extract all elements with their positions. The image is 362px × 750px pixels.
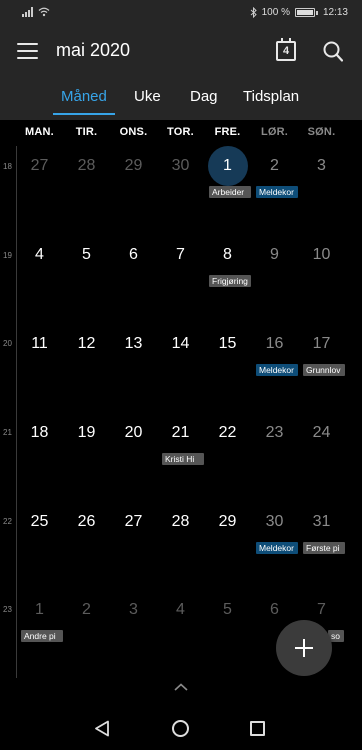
home-icon[interactable] [172, 720, 189, 737]
today-badge: 4 [282, 45, 290, 57]
week-number: 21 [3, 428, 12, 437]
event-chip[interactable]: Andre pi [21, 630, 63, 642]
status-bar: 100 % 12:13 [0, 0, 362, 28]
battery-icon [294, 8, 315, 17]
day-cell[interactable]: 6 [251, 601, 298, 619]
view-tabs: Måned Uke Dag Tidsplan [0, 76, 362, 120]
weekday-tue: TIR. [75, 126, 98, 138]
wifi-icon [38, 7, 50, 17]
weekday-fri: FRE. [214, 126, 241, 138]
day-cell[interactable]: 2 [251, 157, 298, 175]
day-cell[interactable]: 1 [16, 601, 63, 619]
chevron-up-icon[interactable] [174, 683, 188, 691]
week-number: 20 [3, 339, 12, 348]
week-number: 22 [3, 517, 12, 526]
day-cell[interactable]: 17 [298, 335, 345, 353]
tab-day[interactable]: Dag [190, 88, 218, 105]
day-cell[interactable]: 20 [110, 424, 157, 442]
tab-schedule[interactable]: Tidsplan [243, 88, 299, 105]
day-cell[interactable]: 9 [251, 246, 298, 264]
day-cell[interactable]: 21 [157, 424, 204, 442]
day-cell[interactable]: 10 [298, 246, 345, 264]
week-number: 18 [3, 162, 12, 171]
weekday-wed: ONS. [119, 126, 148, 138]
clock: 12:13 [322, 7, 348, 18]
grid-left-border [16, 146, 17, 678]
event-chip[interactable]: Kristi Hi [162, 453, 204, 465]
day-cell[interactable]: 3 [110, 601, 157, 619]
day-cell[interactable]: 14 [157, 335, 204, 353]
active-tab-indicator [53, 113, 115, 115]
day-cell[interactable]: 12 [63, 335, 110, 353]
day-cell[interactable]: 15 [204, 335, 251, 353]
weekday-thu: TOR. [167, 126, 194, 138]
day-cell[interactable]: 18 [16, 424, 63, 442]
day-cell[interactable]: 3 [298, 157, 345, 175]
weekday-sun: SØN. [307, 126, 336, 138]
day-cell[interactable]: 30 [157, 157, 204, 175]
event-chip[interactable]: Første pi [303, 542, 345, 554]
weekday-header: MAN. TIR. ONS. TOR. FRE. LØR. SØN. [16, 124, 362, 142]
event-chip[interactable]: Frigjøring [209, 275, 251, 287]
event-chip[interactable]: Grunnlov [303, 364, 345, 376]
search-icon[interactable] [323, 41, 343, 63]
event-chip[interactable]: Arbeider [209, 186, 251, 198]
day-cell[interactable]: 5 [63, 246, 110, 264]
day-cell[interactable]: 28 [63, 157, 110, 175]
day-cell[interactable]: 13 [110, 335, 157, 353]
day-cell[interactable]: 19 [63, 424, 110, 442]
battery-percent: 100 % [261, 7, 290, 18]
day-cell[interactable]: 11 [16, 335, 63, 353]
signal-icon [22, 7, 33, 17]
day-cell[interactable]: 24 [298, 424, 345, 442]
back-icon[interactable] [94, 720, 110, 737]
day-cell[interactable]: 8 [204, 246, 251, 264]
add-event-button[interactable] [276, 620, 332, 676]
weekday-sat: LØR. [260, 126, 289, 138]
day-cell[interactable]: 4 [157, 601, 204, 619]
day-cell[interactable]: 29 [204, 513, 251, 531]
day-cell[interactable]: 16 [251, 335, 298, 353]
day-cell[interactable]: 22 [204, 424, 251, 442]
calendar-today-icon[interactable]: 4 [276, 38, 296, 61]
day-cell[interactable]: 27 [110, 513, 157, 531]
day-cell[interactable]: 28 [157, 513, 204, 531]
day-cell[interactable]: 7 [157, 246, 204, 264]
status-right: 100 % 12:13 [250, 7, 348, 18]
day-cell[interactable]: 29 [110, 157, 157, 175]
app-bar: mai 2020 4 [0, 28, 362, 76]
week-number: 23 [3, 605, 12, 614]
bluetooth-icon [250, 7, 257, 18]
day-cell[interactable]: 2 [63, 601, 110, 619]
event-chip[interactable]: Meldekor [256, 364, 298, 376]
hamburger-menu-icon[interactable] [17, 43, 38, 61]
event-chip[interactable]: Meldekor [256, 542, 298, 554]
recent-apps-icon[interactable] [250, 721, 265, 736]
day-cell[interactable]: 23 [251, 424, 298, 442]
status-left [22, 7, 50, 17]
day-cell[interactable]: 4 [16, 246, 63, 264]
day-cell[interactable]: 6 [110, 246, 157, 264]
day-cell[interactable]: 26 [63, 513, 110, 531]
page-title[interactable]: mai 2020 [56, 40, 130, 61]
tab-week[interactable]: Uke [134, 88, 161, 105]
day-cell[interactable]: 5 [204, 601, 251, 619]
tab-month[interactable]: Måned [61, 88, 107, 105]
weekday-mon: MAN. [25, 126, 54, 138]
day-cell[interactable]: 7 [298, 601, 345, 619]
day-cell[interactable]: 25 [16, 513, 63, 531]
day-cell-today[interactable]: 1 [204, 157, 251, 175]
battery-tip [315, 10, 318, 15]
day-cell[interactable]: 27 [16, 157, 63, 175]
system-nav-bar [0, 706, 362, 750]
event-chip[interactable]: Meldekor [256, 186, 298, 198]
day-cell[interactable]: 31 [298, 513, 345, 531]
week-number: 19 [3, 251, 12, 260]
day-cell[interactable]: 30 [251, 513, 298, 531]
